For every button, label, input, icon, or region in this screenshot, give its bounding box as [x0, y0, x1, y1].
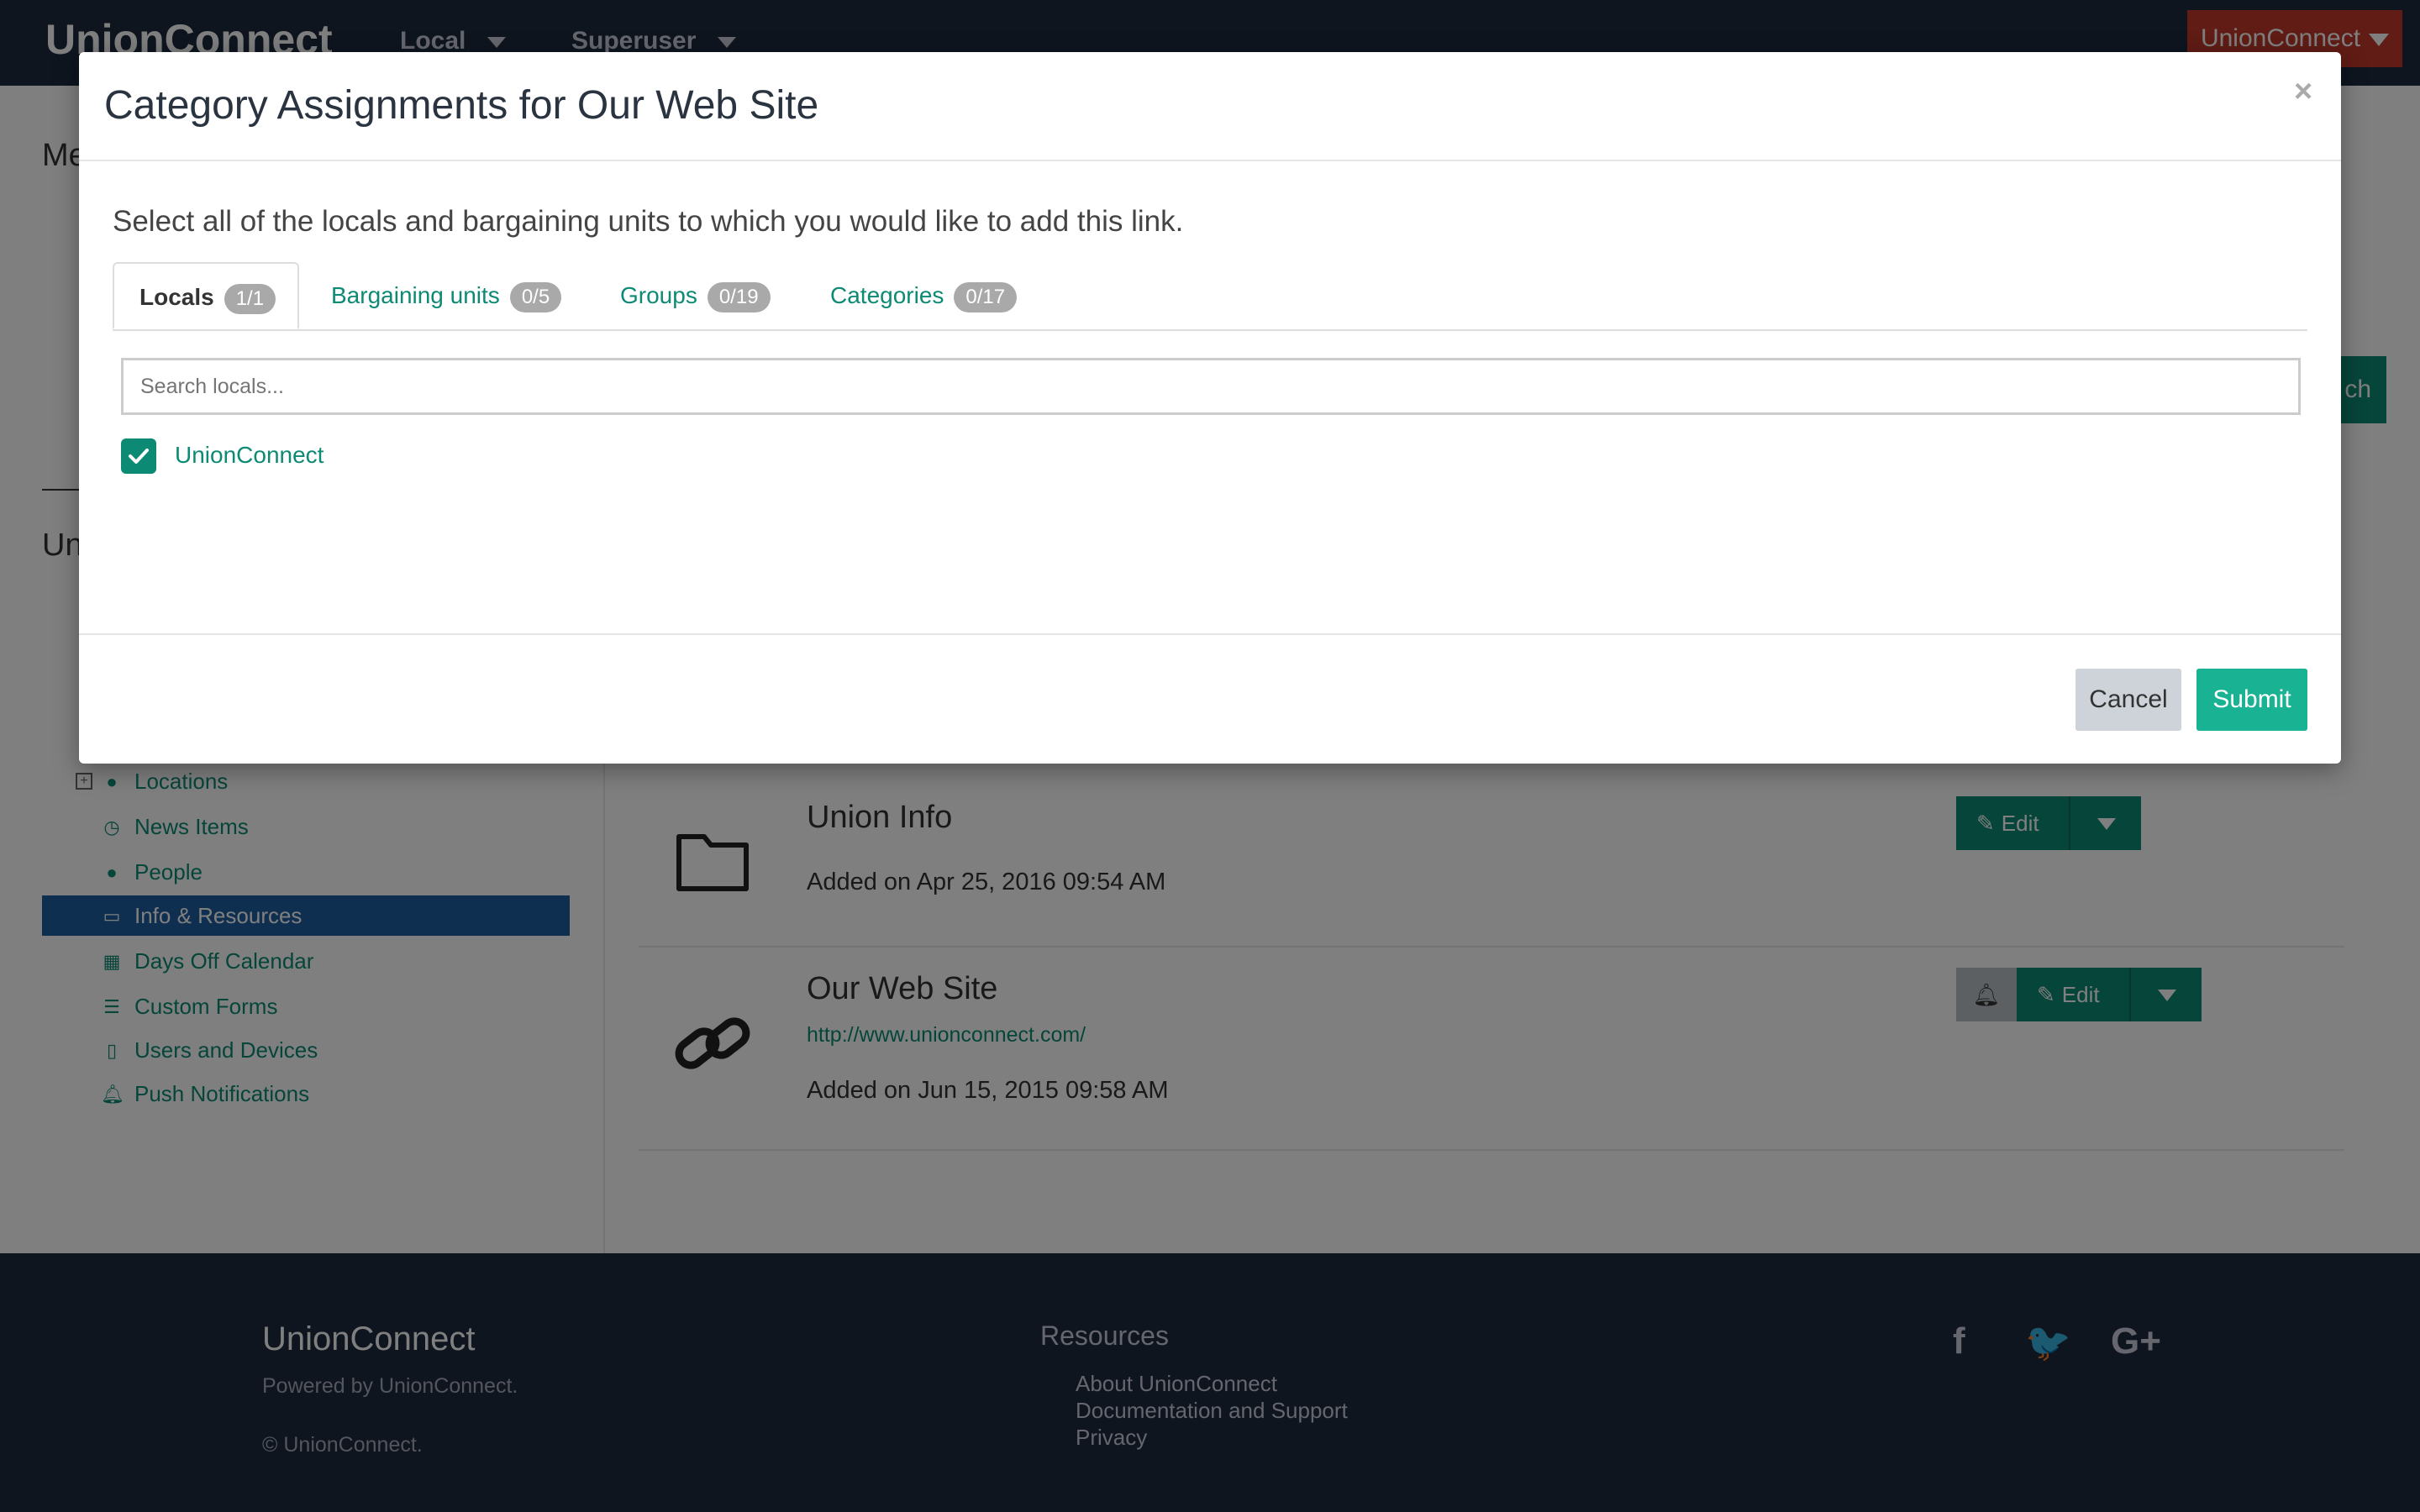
tab-label: Categories: [830, 282, 944, 308]
tab-label: Bargaining units: [331, 282, 500, 308]
cancel-button[interactable]: Cancel: [2075, 669, 2181, 731]
local-option-label[interactable]: UnionConnect: [175, 442, 324, 469]
count-badge: 1/1: [224, 283, 276, 314]
check-icon: [129, 449, 149, 464]
submit-button[interactable]: Submit: [2196, 669, 2307, 731]
tab-bargaining-units[interactable]: Bargaining units 0/5: [331, 262, 562, 329]
count-badge: 0/5: [509, 281, 562, 312]
divider: [79, 633, 2341, 635]
modal-header: Category Assignments for Our Web Site ×: [79, 52, 2341, 161]
search-locals-input[interactable]: [121, 358, 2301, 415]
tab-label: Groups: [620, 282, 697, 308]
tab-label: Locals: [139, 284, 214, 310]
tab-bar: Locals 1/1 Bargaining units 0/5 Groups 0/19…: [113, 262, 2307, 331]
count-badge: 0/17: [954, 281, 1018, 312]
tab-categories[interactable]: Categories 0/17: [830, 262, 1018, 329]
tab-groups[interactable]: Groups 0/19: [620, 262, 771, 329]
modal-instructions: Select all of the locals and bargaining …: [113, 205, 1184, 238]
modal-title: Category Assignments for Our Web Site: [104, 83, 819, 128]
close-icon[interactable]: ×: [2294, 74, 2312, 110]
category-assignments-modal: Category Assignments for Our Web Site × …: [79, 52, 2341, 764]
checkbox-checked[interactable]: [121, 438, 156, 474]
tab-locals[interactable]: Locals 1/1: [113, 262, 299, 329]
count-badge: 0/19: [707, 281, 771, 312]
